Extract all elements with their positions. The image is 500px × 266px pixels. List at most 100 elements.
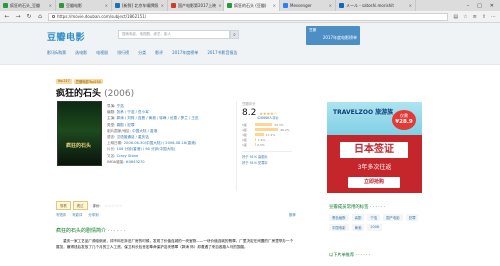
synopsis-heading: 疯狂的石头的剧情简介 · · · · · ·	[56, 228, 126, 234]
rank-list-name: 豆瓣电影Top250	[73, 79, 103, 84]
tag-item[interactable]: 宁浩	[367, 214, 381, 221]
ad-cta-button[interactable]: 立即抢购	[348, 177, 400, 188]
tab-close-icon[interactable]: ×	[218, 3, 221, 8]
watched-button[interactable]: 看过	[72, 201, 88, 210]
url-field[interactable]: https://movie.douban.com/subject/1862151…	[48, 12, 448, 21]
tab-close-icon[interactable]: ×	[273, 3, 276, 8]
home-icon[interactable]: ⌂	[37, 13, 43, 20]
info-value[interactable]: 张承 / 宁浩 / 岳小军	[117, 110, 149, 114]
info-value[interactable]: 汉语普通话 / 重庆话	[117, 135, 149, 139]
rating-box: 豆瓣评分 8.2 ★★★★☆ 426666人评价 5星 34.3% 4星 46.2% 3…	[236, 101, 292, 191]
rating-score: 8.2	[242, 108, 257, 118]
want-to-watch-button[interactable]: 想看	[56, 201, 71, 210]
tab-close-icon[interactable]: ×	[161, 3, 164, 8]
browser-tab[interactable]: 国产电影第2017上映 ×	[168, 0, 224, 11]
minimize-icon[interactable]: –	[467, 3, 470, 9]
tag-item[interactable]: 黑色幽默	[329, 214, 349, 221]
rating-bar-percent: 46.2%	[280, 127, 290, 132]
tag-item[interactable]: 中国电影	[329, 224, 349, 231]
browser-address-bar: ← → ↻ ⌂ https://movie.douban.com/subject…	[0, 11, 500, 23]
ad-price-label: 仅需	[400, 113, 408, 118]
reading-view-icon[interactable]: ▤	[453, 14, 458, 20]
browser-tab[interactable]: 豆瓣电影 ×	[56, 0, 112, 11]
site-header: 豆瓣电影 搜索电影、电视剧、综艺、影人 ⌕ 影讯&购票 选电影 电视剧 排行榜 分类 影评…	[0, 23, 500, 65]
search-button[interactable]: ⌕	[230, 30, 239, 39]
info-value[interactable]: 郭涛 / 刘桦 / 连晋 / 黄渤 / 徐峥 / 优恵 / 罗兰 / 王迅	[117, 116, 199, 120]
info-value[interactable]: 106 分钟(香港) / 98 分钟(中国大陆)	[117, 147, 176, 151]
rating-distribution: 5星 34.3% 4星 46.2% 3星 17.4% 2星 1.6% 1星 0.5%	[242, 122, 292, 147]
tab-close-icon[interactable]: ×	[409, 3, 412, 8]
info-value[interactable]: 2006-06-30(中国大陆) / 2006-08-18(香港)	[124, 141, 196, 145]
info-key: 编剧:	[107, 110, 116, 115]
info-value[interactable]: 中国大陆 / 香港	[132, 129, 157, 133]
tag-item[interactable]: 喜剧	[351, 214, 365, 221]
search-icon: ⌕	[233, 31, 236, 38]
favorite-star-icon[interactable]: ☆	[463, 14, 467, 20]
refresh-icon[interactable]: ↻	[26, 13, 32, 20]
info-key: 语言:	[107, 135, 116, 140]
maximize-icon[interactable]: □	[477, 3, 482, 9]
nav-item[interactable]: 分类	[138, 50, 146, 56]
rate-stars-icon[interactable]: ☆☆☆☆☆	[105, 203, 123, 208]
tab-close-icon[interactable]: ×	[105, 3, 108, 8]
tab-label: 豆瓣电影	[66, 2, 82, 8]
rating-bar	[255, 123, 273, 126]
site-logo[interactable]: 豆瓣电影	[47, 30, 85, 43]
rating-count[interactable]: 426666人评价	[257, 115, 292, 120]
tab-favicon-icon	[339, 3, 344, 8]
tab-favicon-icon	[171, 3, 176, 8]
search-placeholder: 搜索电影、电视剧、综艺、影人	[122, 32, 171, 36]
doulist-heading: 以下片单推荐 · · · · · ·	[329, 252, 371, 257]
rating-bar-label: 3星	[242, 132, 247, 137]
recommend-button[interactable]: 推荐	[289, 212, 296, 217]
site-nav: 影讯&购票 选电影 电视剧 排行榜 分类 影评 2017年度榜单 2017书影音报告	[47, 50, 238, 56]
info-value[interactable]: 喜剧 / 犯罪	[117, 123, 135, 127]
info-value[interactable]: 宁浩	[117, 104, 124, 108]
top250-badge[interactable]: No.217 豆瓣电影Top250	[56, 79, 103, 84]
close-window-icon[interactable]: ✕	[490, 3, 494, 9]
browser-tab[interactable]: 疯狂的石头 (豆瓣) ×	[224, 0, 280, 11]
info-value[interactable]: Crazy Stone	[117, 154, 139, 158]
better-than-crime[interactable]: 好于 91% 犯罪片	[242, 160, 292, 166]
tab-close-icon[interactable]: ×	[49, 3, 52, 8]
hub-icon[interactable]: ≡	[473, 14, 477, 20]
tab-close-icon[interactable]: ×	[329, 3, 332, 8]
rating-bar-percent: 17.4%	[265, 132, 276, 137]
tab-label: 国产电影第2017上映	[178, 2, 217, 8]
tag-item[interactable]: 犯罪	[405, 214, 419, 221]
info-value[interactable]: tt0843270	[126, 160, 145, 164]
tag-item[interactable]: 国产电影	[383, 214, 403, 221]
annual-list-promo[interactable]: 豆瓣 2017年度电影榜单	[306, 26, 360, 45]
ad-brand: TRAVELZOO 旅游族	[333, 109, 394, 116]
tag-item[interactable]: 黄渤	[351, 224, 365, 231]
advertisement[interactable]: TRAVELZOO 旅游族 仅需 ¥28.9 日本签证 3年多次往返 立即抢购	[327, 102, 422, 193]
nav-item[interactable]: 影讯&购票	[47, 50, 66, 56]
rating-bar-percent: 34.3%	[274, 122, 284, 127]
back-icon[interactable]: ←	[4, 13, 10, 20]
browser-tab[interactable]: メール - satoshi.morishit ×	[336, 0, 416, 11]
rating-label: 豆瓣评分	[242, 102, 256, 106]
nav-item[interactable]: 2017年度榜单	[172, 50, 198, 56]
nav-item[interactable]: 排行榜	[117, 50, 129, 56]
nav-item[interactable]: 电视剧	[96, 50, 108, 56]
movie-poster[interactable]: 疯狂的石头	[57, 101, 102, 166]
nav-item[interactable]: 2017书影音报告	[207, 50, 237, 56]
page-title: 疯狂的石头 (2006)	[56, 86, 134, 99]
ad-price: ¥28.9	[395, 119, 413, 125]
share-row: 写短评 写影评 分享到	[56, 212, 99, 217]
forward-icon[interactable]: →	[15, 13, 21, 20]
more-icon[interactable]: ⋯	[491, 14, 496, 20]
nav-item[interactable]: 影评	[155, 50, 163, 56]
search-input[interactable]: 搜索电影、电视剧、综艺、影人	[118, 30, 230, 39]
nav-item[interactable]: 选电影	[75, 50, 87, 56]
share-icon[interactable]: ⇪	[482, 14, 486, 20]
write-short-review-link[interactable]: 写短评	[56, 212, 66, 217]
browser-tab[interactable]: Messenger ×	[280, 0, 336, 11]
browser-tab[interactable]: 疯狂的石头_豆瓣 ×	[0, 0, 56, 11]
browser-tab[interactable]: [新鲜] 北京车辆牌照 ×	[112, 0, 168, 11]
share-link[interactable]: 分享到	[88, 212, 98, 217]
rating-bar-percent: 1.6%	[257, 137, 266, 142]
write-review-link[interactable]: 写影评	[72, 212, 82, 217]
browser-tab-bar: 疯狂的石头_豆瓣 × 豆瓣电影 × [新鲜] 北京车辆牌照 × 国产电影第2017上映 × 疯狂…	[0, 0, 500, 11]
tag-item[interactable]: 2006	[367, 224, 382, 231]
